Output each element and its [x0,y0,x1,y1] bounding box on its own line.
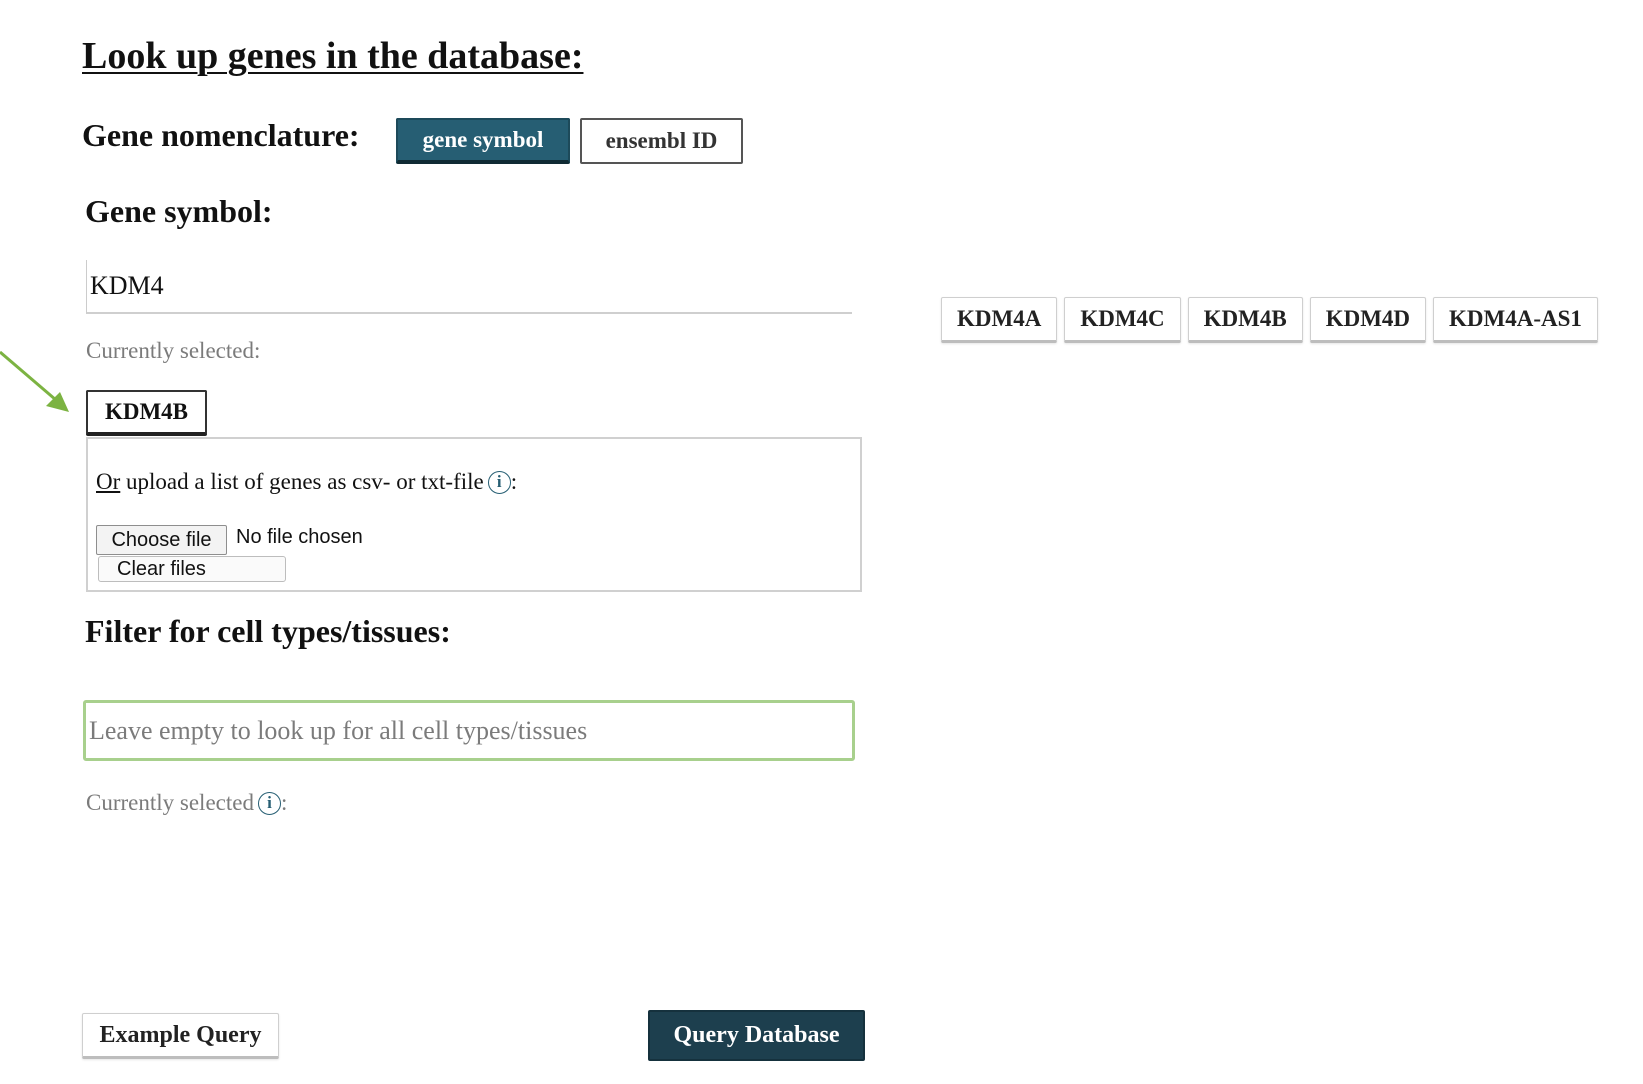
gene-symbol-input[interactable] [87,260,852,312]
filter-field[interactable] [83,700,855,761]
gene-symbol-label: Gene symbol: [85,193,273,229]
suggestion-kdm4c[interactable]: KDM4C [1064,297,1181,343]
filter-info-icon[interactable]: i [257,791,281,815]
currently-selected-label: Currently selected: [86,338,261,363]
upload-text: upload a list of genes as csv- or txt-fi… [120,469,484,494]
pointer-arrow-icon [0,350,69,412]
upload-panel: Or upload a list of genes as csv- or txt… [86,437,862,592]
clear-files-button[interactable]: Clear files [98,556,286,582]
gene-lookup-page: Look up genes in the database: Gene nome… [0,0,1643,1084]
filter-label: Filter for cell types/tissues: [85,613,451,649]
choose-file-button[interactable]: Choose file [96,525,227,555]
selected-gene-chip[interactable]: KDM4B [86,390,207,436]
example-query-button[interactable]: Example Query [82,1013,279,1059]
query-database-button[interactable]: Query Database [648,1010,865,1061]
filter-currently-selected: Currently selected i: [86,790,287,816]
cell-type-filter-input[interactable] [86,703,852,758]
gene-suggestions: KDM4A KDM4C KDM4B KDM4D KDM4A-AS1 [941,297,1598,343]
upload-or: Or [96,469,121,494]
filter-selected-label: Currently selected [86,790,254,815]
upload-colon: : [510,469,518,494]
suggestion-kdm4d[interactable]: KDM4D [1309,297,1427,343]
suggestion-kdm4a[interactable]: KDM4A [941,297,1058,343]
file-status: No file chosen [236,526,363,548]
ensembl-id-toggle[interactable]: ensembl ID [580,118,743,164]
page-title: Look up genes in the database: [82,35,584,77]
suggestion-kdm4b[interactable]: KDM4B [1187,297,1303,343]
filter-colon: : [280,790,288,815]
info-icon[interactable]: i [487,470,511,494]
nomenclature-label: Gene nomenclature: [82,117,360,153]
upload-instructions: Or upload a list of genes as csv- or txt… [96,469,517,495]
gene-symbol-field[interactable] [86,260,852,314]
gene-symbol-toggle[interactable]: gene symbol [396,118,570,164]
suggestion-kdm4a-as1[interactable]: KDM4A-AS1 [1433,297,1598,343]
